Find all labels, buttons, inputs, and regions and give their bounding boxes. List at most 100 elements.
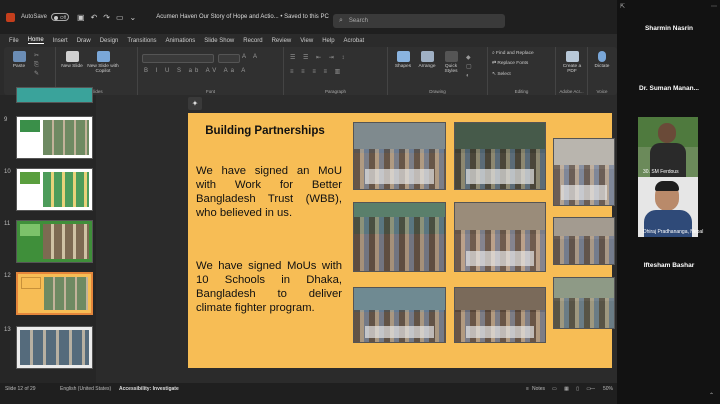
tab-slide-show[interactable]: Slide Show xyxy=(204,38,234,44)
new-slide-label: New Slide xyxy=(61,64,83,69)
find-replace-label: Find and Replace xyxy=(496,51,534,56)
search-icon: ⌕ xyxy=(339,17,343,24)
view-buttons[interactable]: ▭ ▦ ▯ ▭ xyxy=(552,386,594,392)
new-slide-copilot-button[interactable]: New Slide with Copilot xyxy=(86,51,120,74)
slide-thumbnail-8[interactable] xyxy=(16,87,93,103)
font-group: A A B I U S ab AV Aa A Font xyxy=(138,47,284,95)
tab-insert[interactable]: Insert xyxy=(53,38,68,44)
list-icons[interactable]: ☰ ☰ ⇤ ⇥ ↕ xyxy=(290,54,347,61)
autosave-label: AutoSave xyxy=(21,14,48,20)
tab-home[interactable]: Home xyxy=(27,37,44,44)
slide-counter[interactable]: Slide 12 of 29 xyxy=(5,386,36,392)
shapes-button[interactable]: Shapes xyxy=(392,51,414,69)
adobe-group-label: Adobe Acr... xyxy=(559,89,584,94)
drawing-group-label: Drawing xyxy=(429,89,446,94)
replace-fonts-label: Replace Fonts xyxy=(497,61,529,66)
align-icons[interactable]: ≡ ≡ ≡ ≡ ▥ xyxy=(290,68,343,75)
participant-name-1: Sharmin Nasrin xyxy=(644,25,694,32)
paste-button[interactable]: Paste xyxy=(8,51,30,69)
panel-more-icon[interactable]: ⋯ xyxy=(711,3,717,10)
replace-fonts-button[interactable]: ⇄ Replace Fonts xyxy=(492,61,528,66)
partnership-photo[interactable] xyxy=(353,202,446,272)
font-group-label: Font xyxy=(205,89,215,94)
slide-paragraph-1[interactable]: We have signed an MoU with Work for Bett… xyxy=(196,164,342,220)
paste-icon xyxy=(12,51,26,62)
participant-video-2[interactable] xyxy=(638,177,698,237)
tab-review[interactable]: Review xyxy=(272,38,292,44)
tab-record[interactable]: Record xyxy=(243,38,262,44)
new-slide-icon xyxy=(65,51,79,62)
search-box[interactable]: ⌕ Search xyxy=(333,14,505,28)
dictate-label: Dictate xyxy=(594,64,610,69)
slide-thumbnail-pane: 9 10 11 12 13 xyxy=(0,87,96,383)
slide-thumbnail[interactable] xyxy=(16,116,93,159)
shape-format-icons[interactable]: ◆ ▢ ◐ xyxy=(466,54,475,81)
slide-number: 10 xyxy=(4,169,11,175)
tab-help[interactable]: Help xyxy=(322,38,334,44)
notes-icon: ≡ xyxy=(526,386,529,392)
document-title[interactable]: Acumen Haven Our Story of Hope and Actio… xyxy=(156,14,329,20)
shapes-label: Shapes xyxy=(394,64,412,69)
partnership-photo[interactable] xyxy=(454,287,546,343)
slide-thumbnail[interactable] xyxy=(16,326,93,369)
tab-view[interactable]: View xyxy=(300,38,313,44)
font-style-icons[interactable]: B I U S ab AV Aa A xyxy=(144,68,248,74)
arrange-label: Arrange xyxy=(418,64,436,69)
notes-button[interactable]: Notes xyxy=(532,386,545,392)
panel-scroll-icon[interactable]: ⌃ xyxy=(709,392,714,399)
new-slide-button[interactable]: New Slide xyxy=(59,51,85,69)
quick-access-icons[interactable]: ▣↶↷▭⌄ xyxy=(77,13,142,22)
new-slide-copilot-label: New Slide with Copilot xyxy=(87,64,119,74)
select-label: Select xyxy=(497,72,511,77)
font-family-select[interactable] xyxy=(142,54,214,63)
powerpoint-window: AutoSave Off ▣↶↷▭⌄ Acumen Haven Our Stor… xyxy=(0,0,617,404)
arrange-icon xyxy=(420,51,434,62)
slide-thumbnail[interactable] xyxy=(16,220,93,263)
select-button[interactable]: ↖ Select xyxy=(492,72,511,77)
zoom-slider[interactable]: — xyxy=(590,386,595,392)
tab-transitions[interactable]: Transitions xyxy=(127,38,156,44)
find-replace-button[interactable]: ⌕ Find and Replace xyxy=(492,50,534,56)
partnership-photo[interactable] xyxy=(454,202,546,272)
zoom-level[interactable]: 50% xyxy=(603,386,613,392)
autosave-toggle[interactable]: Off xyxy=(51,13,70,21)
shapes-icon xyxy=(396,51,410,62)
partnership-photo[interactable] xyxy=(353,122,446,190)
slide-thumbnail-selected[interactable] xyxy=(16,272,93,315)
paragraph-group: ☰ ☰ ⇤ ⇥ ↕ ≡ ≡ ≡ ≡ ▥ Paragraph xyxy=(284,47,388,95)
clipboard-small-icons[interactable]: ✂ ⎘ ✎ xyxy=(34,52,42,79)
autosave-state: Off xyxy=(60,14,67,20)
quick-styles-label: Quick Styles xyxy=(444,64,458,74)
participant-video-1[interactable] xyxy=(638,117,698,177)
partnership-photo[interactable] xyxy=(553,277,615,329)
pdf-icon xyxy=(565,51,579,62)
font-size-select[interactable] xyxy=(218,54,240,63)
arrange-button[interactable]: Arrange xyxy=(415,51,439,69)
tab-acrobat[interactable]: Acrobat xyxy=(344,38,365,44)
designer-icon[interactable]: ✦ xyxy=(188,97,202,110)
microphone-icon xyxy=(598,51,606,62)
quick-styles-button[interactable]: Quick Styles xyxy=(440,51,462,74)
create-pdf-button[interactable]: Create a PDF xyxy=(559,51,585,74)
editing-group-label: Editing xyxy=(514,89,529,94)
tab-design[interactable]: Design xyxy=(100,38,119,44)
partnership-photo[interactable] xyxy=(553,217,615,265)
slide-title[interactable]: Building Partnerships xyxy=(203,124,327,138)
font-size-icons[interactable]: A A xyxy=(242,54,260,60)
status-bar: Slide 12 of 29 English (United States) A… xyxy=(0,383,617,404)
tab-draw[interactable]: Draw xyxy=(77,38,91,44)
partnership-photo[interactable] xyxy=(353,287,446,343)
tab-animations[interactable]: Animations xyxy=(166,38,196,44)
panel-expand-icon[interactable]: ⇱ xyxy=(620,3,625,10)
voice-group: Dictate Voice xyxy=(588,47,616,95)
partnership-photo[interactable] xyxy=(454,122,546,190)
slide-thumbnail[interactable] xyxy=(16,168,93,211)
powerpoint-logo-icon xyxy=(6,12,15,22)
language-indicator[interactable]: English (United States) xyxy=(60,386,111,392)
tab-file[interactable]: File xyxy=(9,38,19,44)
dictate-button[interactable]: Dictate xyxy=(590,51,614,69)
partnership-photo[interactable] xyxy=(553,138,615,206)
accessibility-status[interactable]: Accessibility: Investigate xyxy=(119,386,179,392)
create-pdf-label: Create a PDF xyxy=(562,64,582,74)
slide-paragraph-2[interactable]: We have signed MoUs with 10 Schools in D… xyxy=(196,259,342,315)
